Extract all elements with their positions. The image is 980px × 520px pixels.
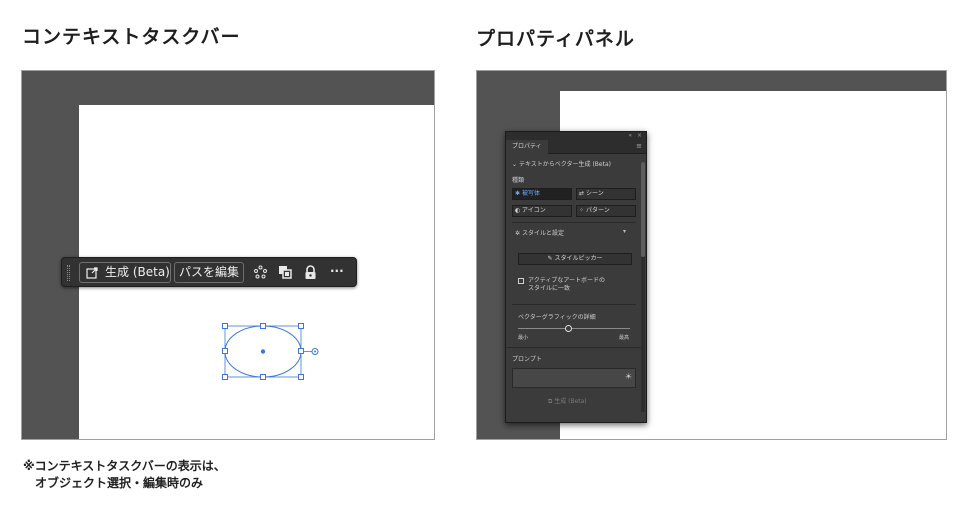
generate-beta-label: 生成 (Beta) xyxy=(105,265,170,279)
divider xyxy=(512,222,636,223)
type-scene-button[interactable]: ⇄ シーン xyxy=(576,188,636,200)
generate-beta-panel-button[interactable]: ⧉ 生成 (Beta) xyxy=(548,396,587,406)
bbox-handle[interactable] xyxy=(298,374,304,380)
generate-icon xyxy=(86,267,98,279)
lightbulb-icon[interactable]: ☀ xyxy=(625,372,632,381)
edit-path-button[interactable]: パスを編集 xyxy=(174,262,244,283)
style-settings-label: スタイルと設定 xyxy=(521,230,564,237)
close-icon[interactable]: × xyxy=(637,132,642,140)
style-settings-toggle[interactable]: ✲ スタイルと設定 xyxy=(515,228,564,237)
arrange-icon[interactable] xyxy=(278,265,293,280)
style-picker-button[interactable]: ✎ スタイルピッカー xyxy=(518,253,632,265)
lock-icon[interactable] xyxy=(303,265,318,280)
properties-panel-heading: プロパティパネル xyxy=(476,28,635,50)
type-icon-button[interactable]: ◐ アイコン xyxy=(512,205,572,217)
recolor-icon[interactable] xyxy=(253,265,268,280)
type-subject-label: 被写体 xyxy=(522,190,541,197)
note-line-1: ※コンテキストタスクバーの表示は、 xyxy=(23,459,226,473)
style-picker-label: スタイルピッカー xyxy=(554,255,603,262)
type-subject-button[interactable]: ✱ 被写体 xyxy=(512,188,572,200)
section-title: テキストからベクター生成 (Beta) xyxy=(518,161,611,168)
type-pattern-label: パターン xyxy=(586,207,610,214)
gear-icon: ✲ xyxy=(515,230,521,237)
pattern-icon: ⁘ xyxy=(579,207,585,214)
match-style-label-2: スタイルに一致 xyxy=(528,285,571,292)
generate-icon: ⧉ xyxy=(548,398,553,405)
type-icon-label: アイコン xyxy=(522,207,546,214)
prompt-input[interactable]: ☀ xyxy=(512,368,636,388)
illustrator-window-properties: « × プロパティ ≡ ⌄ テキストからベクター生成 (Beta) 種類 ✱ 被… xyxy=(476,70,947,440)
match-style-checkbox[interactable] xyxy=(518,278,524,284)
panel-tabbar: プロパティ ≡ xyxy=(506,140,646,154)
panel-menu-icon[interactable]: ≡ xyxy=(636,143,642,150)
divider xyxy=(506,347,642,348)
contextual-taskbar-heading: コンテキストタスクバー xyxy=(22,26,241,48)
dropdown-arrow-icon[interactable]: ▾ xyxy=(623,228,626,235)
collapse-icon[interactable]: « xyxy=(628,132,632,140)
detail-slider-thumb[interactable] xyxy=(564,325,572,332)
detail-slider-track[interactable] xyxy=(518,328,630,329)
slider-min-label: 最小 xyxy=(518,335,529,341)
bbox-handle[interactable] xyxy=(260,323,266,329)
bbox-handle[interactable] xyxy=(222,348,228,354)
bbox-handle[interactable] xyxy=(222,374,228,380)
icon-icon: ◐ xyxy=(515,207,521,214)
contextual-taskbar: 生成 (Beta) パスを編集 ··· xyxy=(61,257,357,287)
bbox-handle[interactable] xyxy=(260,374,266,380)
bbox-handle[interactable] xyxy=(222,323,228,329)
bbox-handle[interactable] xyxy=(298,323,304,329)
note-line-2: オブジェクト選択・編集時のみ xyxy=(35,476,204,490)
type-label: 種類 xyxy=(512,177,525,184)
drag-handle[interactable] xyxy=(67,265,70,281)
eyedropper-icon: ✎ xyxy=(547,255,553,262)
subject-icon: ✱ xyxy=(515,190,521,197)
detail-label: ベクターグラフィックの詳細 xyxy=(518,314,596,321)
illustrator-window-taskbar: 生成 (Beta) パスを編集 ··· xyxy=(21,70,435,440)
divider xyxy=(512,304,636,305)
selected-ellipse[interactable] xyxy=(220,322,320,382)
generate-beta-panel-label: 生成 (Beta) xyxy=(554,398,587,405)
bbox-handle[interactable] xyxy=(298,348,304,354)
panel-title-strip[interactable]: « × xyxy=(506,132,646,140)
panel-scrollbar[interactable] xyxy=(641,162,645,412)
scene-icon: ⇄ xyxy=(579,190,585,197)
tab-properties[interactable]: プロパティ xyxy=(506,140,548,154)
prompt-label: プロンプト xyxy=(512,356,542,363)
properties-panel: « × プロパティ ≡ ⌄ テキストからベクター生成 (Beta) 種類 ✱ 被… xyxy=(505,131,647,423)
section-header[interactable]: ⌄ テキストからベクター生成 (Beta) xyxy=(512,159,611,168)
type-scene-label: シーン xyxy=(586,190,604,197)
scrollbar-thumb[interactable] xyxy=(641,162,645,257)
chevron-down-icon: ⌄ xyxy=(512,161,518,168)
type-pattern-button[interactable]: ⁘ パターン xyxy=(576,205,636,217)
more-icon[interactable]: ··· xyxy=(330,264,348,279)
slider-max-label: 最高 xyxy=(619,335,630,341)
generate-beta-button[interactable]: 生成 (Beta) xyxy=(79,262,171,283)
